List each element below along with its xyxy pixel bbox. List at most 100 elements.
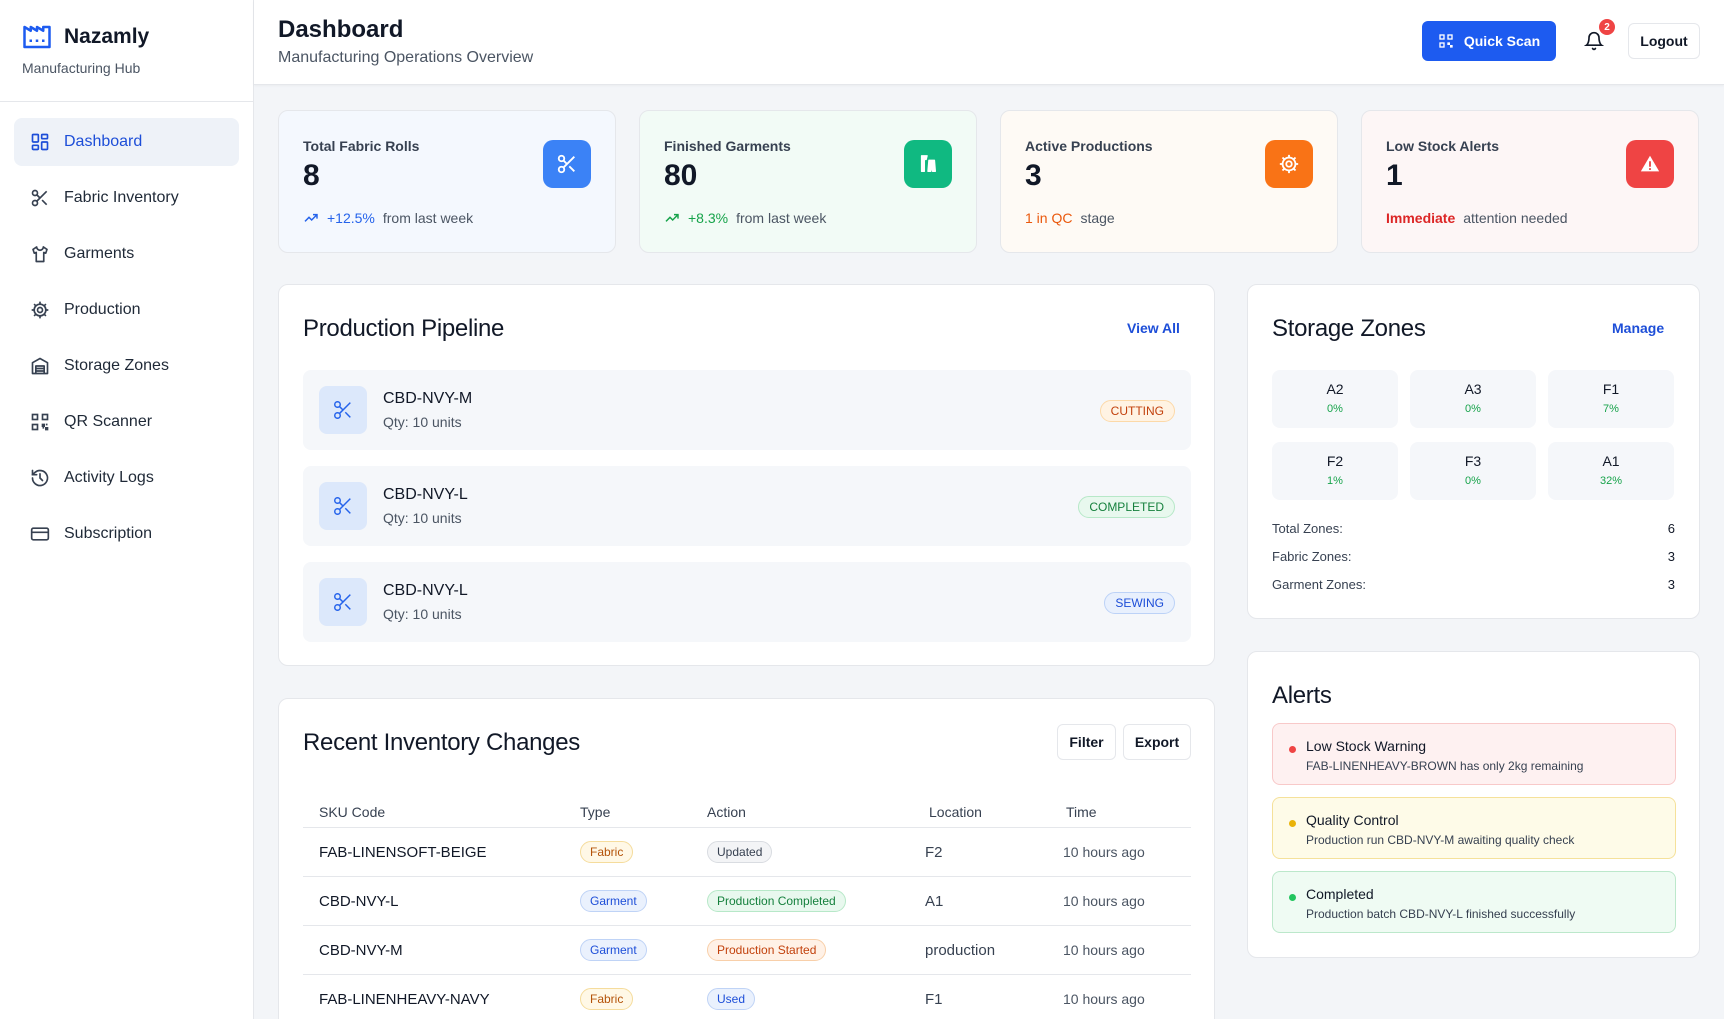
quick-scan-button[interactable]: Quick Scan — [1422, 21, 1556, 61]
gear-icon — [1279, 154, 1299, 174]
page-subtitle: Manufacturing Operations Overview — [278, 49, 534, 66]
pipeline-item[interactable]: CBD-NVY-L Qty: 10 units SEWING — [303, 562, 1191, 642]
zone-utilization: 0% — [1465, 403, 1481, 415]
shirt-icon — [920, 155, 937, 173]
pipeline-item-icon-box — [319, 578, 367, 626]
summary-value: 3 — [1667, 549, 1675, 564]
stat-value: 8 — [303, 159, 320, 192]
stat-card-active-productions: Active Productions 3 1 in QC stage — [1000, 110, 1338, 253]
sidebar-item-label: Subscription — [64, 525, 153, 542]
sidebar-item-activity-logs[interactable]: Activity Logs — [14, 454, 239, 502]
scissors-icon — [557, 154, 575, 174]
brand-name: Nazamly — [64, 25, 150, 48]
status-badge: SEWING — [1104, 592, 1175, 614]
zone-name: F1 — [1602, 381, 1620, 397]
status-badge: COMPLETED — [1078, 496, 1175, 518]
stat-icon-box — [1265, 140, 1313, 188]
sidebar-item-storage-zones[interactable]: Storage Zones — [14, 342, 239, 390]
garment-zones-row: Garment Zones: 3 — [1272, 577, 1675, 592]
quick-scan-label: Quick Scan — [1463, 33, 1541, 49]
pipeline-item[interactable]: CBD-NVY-L Qty: 10 units COMPLETED — [303, 466, 1191, 546]
zone-card[interactable]: F3 0% — [1410, 442, 1536, 500]
sidebar-item-subscription[interactable]: Subscription — [14, 510, 239, 558]
summary-value: 6 — [1667, 521, 1675, 536]
alert-dot — [1289, 746, 1296, 753]
pipeline-sku: CBD-NVY-L — [383, 582, 468, 599]
alert-text: Production run CBD-NVY-M awaiting qualit… — [1306, 833, 1575, 847]
type-pill: Fabric — [580, 988, 634, 1010]
zone-card[interactable]: A1 32% — [1548, 442, 1674, 500]
dashboard-icon — [31, 133, 49, 151]
zone-name: F2 — [1326, 453, 1344, 469]
history-icon — [31, 469, 49, 487]
sidebar-item-label: QR Scanner — [64, 413, 153, 430]
export-button[interactable]: Export — [1123, 724, 1191, 760]
view-all-link[interactable]: View All — [1127, 320, 1180, 336]
pipeline-item-icon-box — [319, 386, 367, 434]
zone-name: A3 — [1464, 381, 1482, 397]
stat-footer: +8.3% from last week — [664, 210, 826, 226]
sidebar-item-label: Dashboard — [64, 133, 143, 150]
alert-title: Low Stock Warning — [1306, 738, 1427, 754]
stat-value: 3 — [1025, 159, 1042, 192]
sidebar-item-qr-scanner[interactable]: QR Scanner — [14, 398, 239, 446]
zone-utilization: 32% — [1599, 475, 1623, 487]
sidebar-item-label: Activity Logs — [64, 469, 154, 486]
sidebar-item-garments[interactable]: Garments — [14, 230, 239, 278]
alert-item[interactable]: Low Stock Warning FAB-LINENHEAVY-BROWN h… — [1272, 723, 1676, 785]
column-header-type: Type — [580, 804, 611, 820]
scissors-icon — [334, 497, 351, 515]
zone-card[interactable]: F1 7% — [1548, 370, 1674, 428]
alerts-title: Alerts — [1272, 682, 1332, 709]
zone-name: A2 — [1326, 381, 1344, 397]
stat-card-fabric-rolls: Total Fabric Rolls 8 +12.5% from last we… — [278, 110, 616, 253]
pipeline-item[interactable]: CBD-NVY-M Qty: 10 units CUTTING — [303, 370, 1191, 450]
cell-sku: CBD-NVY-L — [319, 893, 399, 910]
zone-card[interactable]: A3 0% — [1410, 370, 1536, 428]
alert-item[interactable]: Completed Production batch CBD-NVY-L fin… — [1272, 871, 1676, 933]
pipeline-sku: CBD-NVY-L — [383, 486, 468, 503]
qr-icon — [31, 413, 49, 431]
factory-icon — [23, 25, 51, 49]
stat-delta: +12.5% — [327, 210, 375, 226]
stat-card-finished-garments: Finished Garments 80 +8.3% from last wee… — [639, 110, 977, 253]
summary-label: Fabric Zones: — [1272, 549, 1352, 564]
production-pipeline-panel: Production Pipeline View All CBD-NVY-M Q… — [278, 284, 1215, 666]
sidebar-item-dashboard[interactable]: Dashboard — [14, 118, 239, 166]
manage-link[interactable]: Manage — [1612, 320, 1664, 336]
sidebar-item-production[interactable]: Production — [14, 286, 239, 334]
page-title: Dashboard — [278, 16, 404, 43]
table-row[interactable]: FAB-LINENHEAVY-NAVY Fabric Used F1 10 ho… — [303, 975, 1191, 1019]
table-row[interactable]: FAB-LINENSOFT-BEIGE Fabric Updated F2 10… — [303, 828, 1191, 877]
logout-button[interactable]: Logout — [1628, 23, 1700, 59]
zone-card[interactable]: A2 0% — [1272, 370, 1398, 428]
stat-label: Total Fabric Rolls — [303, 138, 420, 154]
table-row[interactable]: CBD-NVY-L Garment Production Completed A… — [303, 877, 1191, 926]
cell-location: A1 — [925, 893, 944, 910]
action-pill: Production Started — [707, 939, 827, 961]
alert-title: Completed — [1306, 886, 1374, 902]
cell-time: 10 hours ago — [1063, 893, 1145, 909]
cell-sku: FAB-LINENHEAVY-NAVY — [319, 991, 490, 1008]
stat-footer: Immediate attention needed — [1386, 210, 1568, 226]
zone-card[interactable]: F2 1% — [1272, 442, 1398, 500]
sidebar-item-label: Garments — [64, 245, 135, 262]
sidebar-item-fabric-inventory[interactable]: Fabric Inventory — [14, 174, 239, 222]
sidebar-item-label: Fabric Inventory — [64, 189, 179, 206]
alert-item[interactable]: Quality Control Production run CBD-NVY-M… — [1272, 797, 1676, 859]
cell-location: F1 — [925, 991, 943, 1008]
stat-delta: Immediate — [1386, 210, 1456, 226]
alert-dot — [1289, 820, 1296, 827]
table-row[interactable]: CBD-NVY-M Garment Production Started pro… — [303, 926, 1191, 975]
pipeline-qty: Qty: 10 units — [383, 414, 462, 430]
pipeline-item-icon-box — [319, 482, 367, 530]
bell-icon[interactable] — [1584, 30, 1604, 52]
stat-value: 1 — [1386, 159, 1403, 192]
filter-button[interactable]: Filter — [1057, 724, 1116, 760]
alert-dot — [1289, 894, 1296, 901]
sidebar-item-label: Storage Zones — [64, 357, 169, 374]
shirt-icon — [32, 246, 48, 263]
warehouse-icon — [31, 357, 49, 375]
alert-text: FAB-LINENHEAVY-BROWN has only 2kg remain… — [1306, 759, 1584, 773]
stat-footer: +12.5% from last week — [303, 210, 473, 226]
